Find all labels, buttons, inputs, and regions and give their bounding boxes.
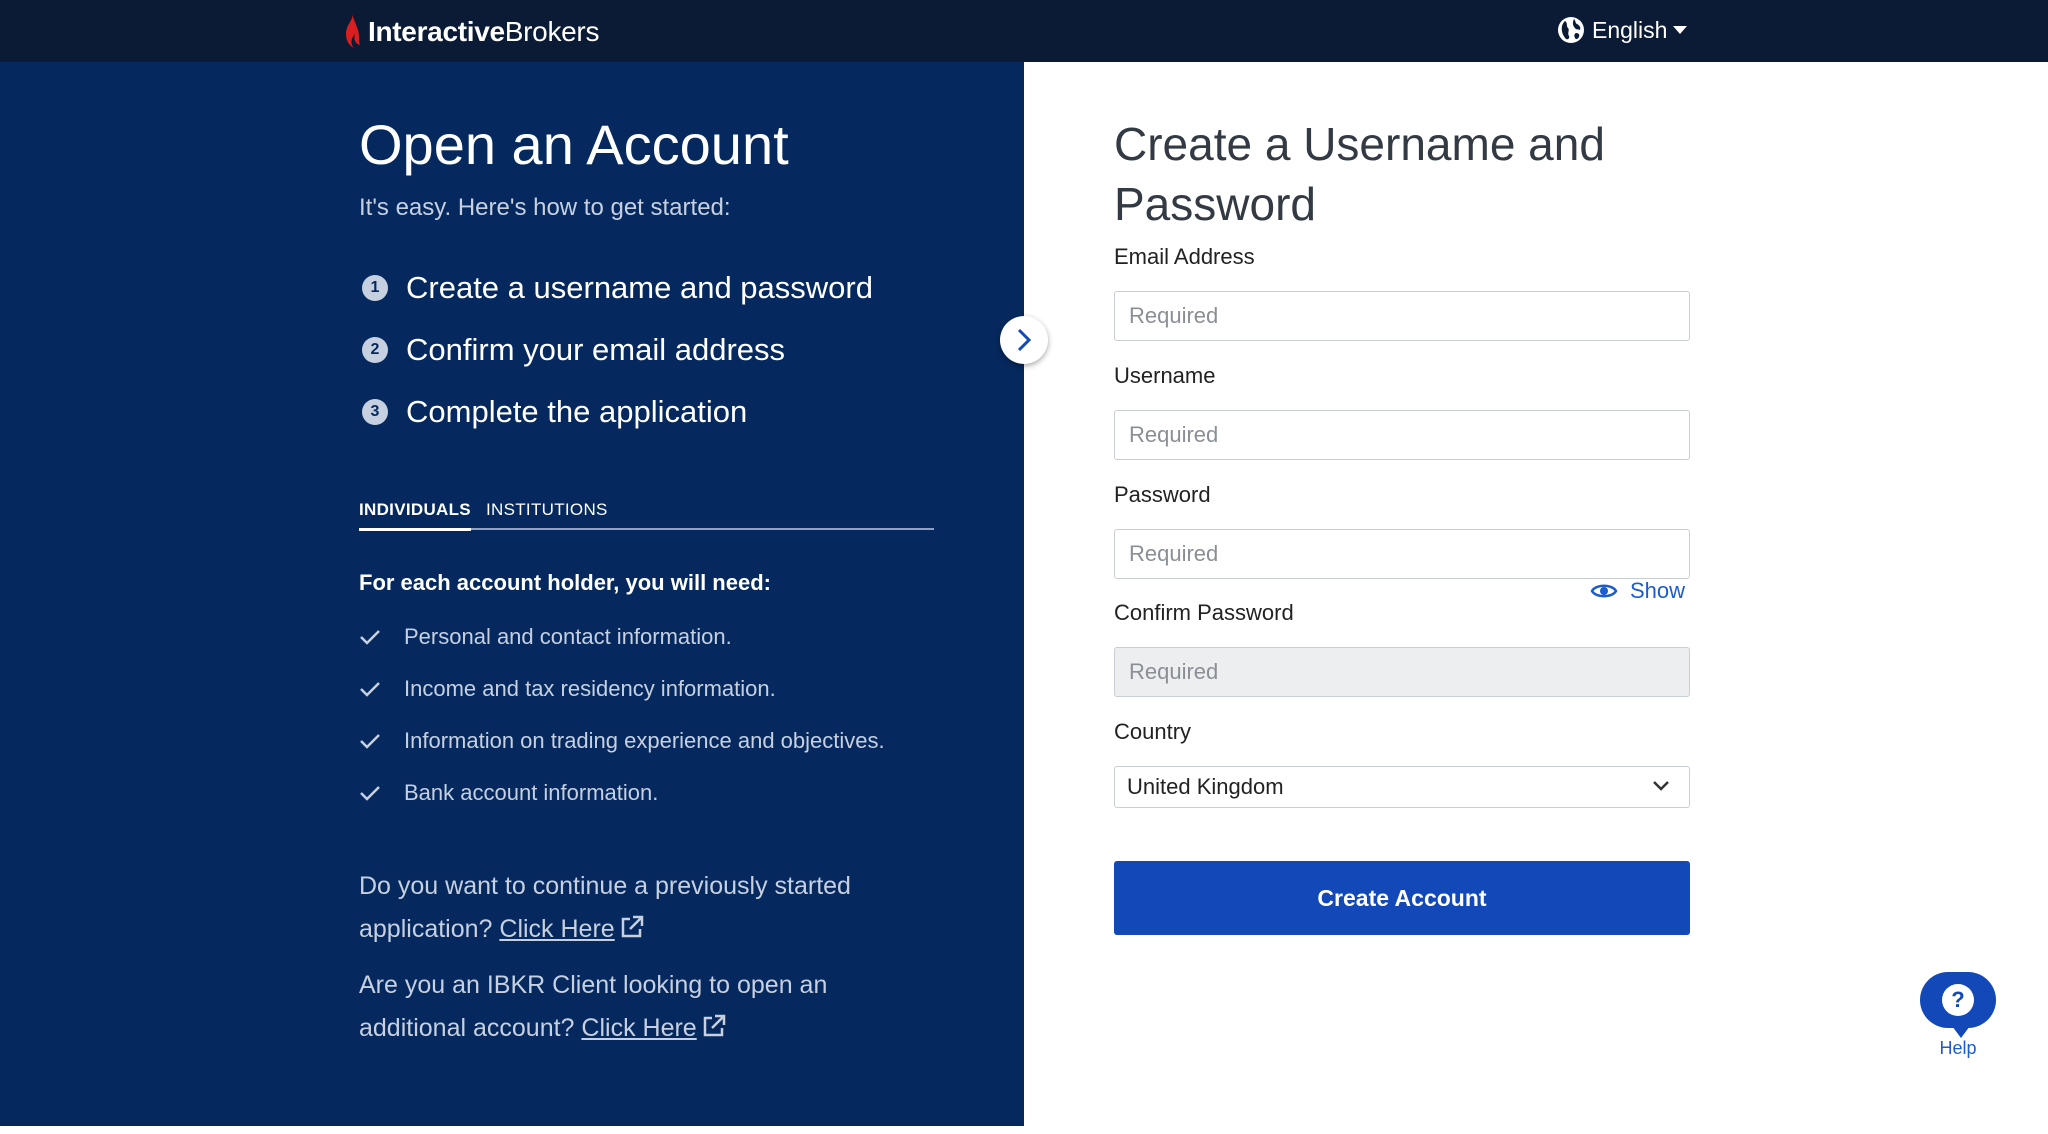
external-link-icon xyxy=(703,1014,725,1037)
step-item: 3 Complete the application xyxy=(359,392,747,432)
country-select[interactable]: United Kingdom xyxy=(1114,766,1690,808)
create-account-button[interactable]: Create Account xyxy=(1114,861,1690,935)
language-selector[interactable]: English xyxy=(1556,12,1688,48)
question-mark-icon: ? xyxy=(1942,984,1974,1016)
globe-icon xyxy=(1558,17,1584,43)
chevron-right-icon xyxy=(1017,328,1032,352)
step-number-badge: 1 xyxy=(362,275,388,301)
confirm-password-field[interactable] xyxy=(1114,647,1690,697)
step-label: Complete the application xyxy=(406,394,748,429)
step-number-badge: 3 xyxy=(362,399,388,425)
panel-toggle-button[interactable] xyxy=(1000,316,1048,364)
username-label: Username xyxy=(1114,363,1216,388)
continue-application-link[interactable]: Click Here xyxy=(499,915,614,943)
eye-icon xyxy=(1590,584,1618,598)
language-label: English xyxy=(1592,16,1668,43)
additional-account-link[interactable]: Click Here xyxy=(581,1014,696,1042)
email-field[interactable] xyxy=(1114,291,1690,341)
page-subtitle: It's easy. Here's how to get started: xyxy=(359,194,731,221)
brand-name: InteractiveBrokers xyxy=(368,16,600,47)
check-icon xyxy=(360,630,380,645)
list-item: Income and tax residency information. xyxy=(359,674,776,704)
external-link-icon xyxy=(621,915,643,938)
caret-down-icon xyxy=(1673,26,1688,34)
password-field[interactable] xyxy=(1114,529,1690,579)
account-type-tabs: INDIVIDUALS INSTITUTIONS xyxy=(359,494,934,531)
page-title: Open an Account xyxy=(359,113,789,176)
help-widget[interactable]: ? Help xyxy=(1918,972,1998,1064)
list-item: Information on trading experience and ob… xyxy=(359,726,885,756)
list-item: Bank account information. xyxy=(359,778,658,808)
help-bubble-icon: ? xyxy=(1920,972,1996,1038)
show-password-toggle[interactable]: Show xyxy=(1590,578,1685,604)
form-title: Create a Username and Password xyxy=(1114,118,1605,230)
step-number-badge: 2 xyxy=(362,337,388,363)
confirm-password-label: Confirm Password xyxy=(1114,600,1294,625)
password-label: Password xyxy=(1114,482,1211,507)
list-item: Personal and contact information. xyxy=(359,622,732,652)
interactive-brokers-logo[interactable]: InteractiveBrokers xyxy=(340,12,599,52)
requirement-text: Personal and contact information. xyxy=(404,624,732,649)
logo-flame-icon xyxy=(346,14,360,48)
requirements-heading: For each account holder, you will need: xyxy=(359,570,771,595)
email-label: Email Address xyxy=(1114,244,1255,269)
additional-account-prompt: Are you an IBKR Client looking to open a… xyxy=(359,964,919,1050)
requirement-text: Information on trading experience and ob… xyxy=(404,728,885,753)
show-password-label: Show xyxy=(1630,578,1686,603)
country-selected-value: United Kingdom xyxy=(1127,774,1284,799)
help-label: Help xyxy=(1939,1038,1977,1058)
check-icon xyxy=(360,786,380,801)
signup-form-panel: Create a Username and Password Email Add… xyxy=(1024,62,2048,1126)
step-item: 1 Create a username and password xyxy=(359,268,873,308)
step-item: 2 Confirm your email address xyxy=(359,330,785,370)
tab-institutions[interactable]: INSTITUTIONS xyxy=(486,500,608,528)
requirement-text: Bank account information. xyxy=(404,780,659,805)
chevron-down-icon xyxy=(1653,781,1669,791)
requirement-text: Income and tax residency information. xyxy=(404,676,776,701)
check-icon xyxy=(360,734,380,749)
continue-application-prompt: Do you want to continue a previously sta… xyxy=(359,865,919,951)
step-label: Confirm your email address xyxy=(406,332,786,367)
tab-individuals[interactable]: INDIVIDUALS xyxy=(359,500,471,531)
username-field[interactable] xyxy=(1114,410,1690,460)
country-label: Country xyxy=(1114,719,1192,744)
check-icon xyxy=(360,682,380,697)
intro-panel: Open an Account It's easy. Here's how to… xyxy=(0,62,1024,1126)
step-label: Create a username and password xyxy=(406,270,873,305)
top-navigation-bar: InteractiveBrokers English xyxy=(0,0,2048,62)
